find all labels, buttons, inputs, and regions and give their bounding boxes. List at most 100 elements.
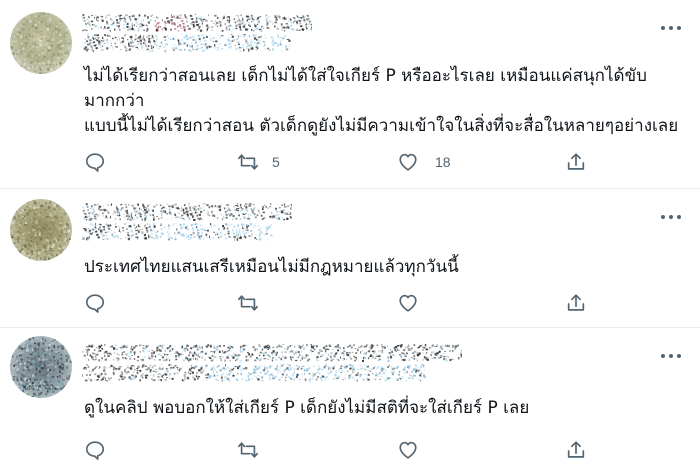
blur-speck: [227, 227, 229, 230]
blur-speck: [157, 368, 160, 369]
avatar[interactable]: [10, 336, 72, 398]
like-button[interactable]: 18: [397, 150, 451, 174]
avatar-speck: [48, 39, 51, 42]
blur-speck: [179, 230, 181, 232]
avatar-speck: [26, 247, 30, 251]
reply-button[interactable]: [84, 291, 118, 315]
share-button[interactable]: [565, 150, 587, 174]
avatar[interactable]: [10, 199, 72, 261]
blur-speck: [362, 366, 363, 368]
avatar-speck: [59, 207, 61, 211]
reply-button[interactable]: [84, 150, 118, 174]
blur-speck: [182, 215, 184, 217]
avatar-speck: [21, 69, 24, 71]
blur-speck: [281, 49, 283, 52]
blur-speck: [185, 211, 187, 213]
avatar[interactable]: [10, 12, 72, 74]
blur-speck: [343, 347, 345, 350]
blur-speck: [367, 373, 369, 375]
avatar-speck: [67, 375, 69, 377]
blur-speck: [270, 203, 272, 205]
blur-speck: [215, 206, 217, 208]
tweet-2[interactable]: ประเทศไทยแสนเสรีเหมือนไม่มีกฎหมายแล้วทุก…: [0, 189, 700, 327]
blur-speck: [110, 40, 112, 42]
avatar-speck: [26, 252, 29, 255]
blur-speck: [213, 369, 215, 371]
blur-speck: [322, 353, 324, 357]
avatar-speck: [41, 216, 45, 219]
blur-speck: [241, 22, 244, 25]
blur-speck: [180, 49, 183, 51]
tweet-1[interactable]: ไม่ได้เรียกว่าสอนเลย เด็กไม่ได้ใส่ใจเกีย…: [0, 0, 700, 188]
avatar-speck: [55, 14, 59, 17]
avatar-speck: [64, 346, 67, 349]
blur-speck: [116, 357, 117, 360]
blur-speck: [182, 17, 184, 19]
blur-speck: [251, 209, 254, 212]
blur-speck: [157, 22, 160, 25]
blur-speck: [264, 204, 266, 207]
avatar-speck: [67, 219, 69, 222]
blur-speck: [273, 21, 276, 24]
avatar-speck: [23, 53, 27, 56]
blur-speck: [211, 205, 214, 208]
blur-speck: [383, 377, 385, 379]
blur-speck: [233, 209, 236, 211]
blur-speck: [247, 376, 249, 379]
blur-speck: [149, 49, 151, 52]
blur-speck: [277, 44, 279, 47]
avatar-speck: [49, 369, 51, 372]
avatar-speck: [25, 35, 28, 39]
tweet-3[interactable]: ดูในคลิป พอบอกให้ใส่เกียร์ P เด็กยังไม่ม…: [0, 328, 700, 472]
blur-speck: [347, 352, 349, 354]
share-button[interactable]: [565, 291, 587, 315]
blur-speck: [115, 368, 118, 370]
blur-speck: [222, 225, 224, 228]
avatar-speck: [58, 375, 61, 377]
blur-speck: [352, 371, 354, 374]
blur-speck: [266, 17, 268, 20]
blur-speck: [103, 368, 105, 371]
avatar-speck: [66, 246, 69, 249]
blur-speck: [83, 210, 84, 212]
blur-speck: [205, 19, 208, 22]
avatar-speck: [22, 49, 24, 52]
blur-speck: [188, 368, 192, 371]
blur-speck: [110, 224, 112, 227]
retweet-button[interactable]: [236, 291, 272, 315]
blur-speck: [161, 374, 164, 377]
blur-speck: [369, 345, 371, 347]
blur-speck: [224, 379, 226, 381]
blur-speck: [192, 35, 195, 38]
avatar-speck: [68, 220, 72, 224]
blur-speck: [155, 237, 157, 240]
avatar-speck: [55, 33, 58, 36]
blur-speck: [256, 357, 258, 359]
avatar-speck: [67, 385, 70, 387]
avatar-speck: [69, 212, 71, 215]
blur-speck: [177, 25, 179, 28]
blur-speck: [166, 347, 169, 350]
blur-speck: [180, 210, 183, 212]
like-button[interactable]: [397, 291, 431, 315]
avatar-speck: [32, 199, 35, 201]
avatar-speck: [32, 256, 34, 259]
blur-speck: [85, 218, 88, 221]
more-options-icon[interactable]: [660, 209, 682, 223]
blur-speck: [376, 367, 378, 370]
blur-speck: [335, 352, 338, 355]
avatar-speck: [52, 235, 54, 238]
more-options-icon[interactable]: [660, 20, 682, 34]
blur-speck: [250, 39, 252, 41]
blur-speck: [146, 231, 149, 233]
blur-speck: [176, 368, 178, 370]
blur-speck: [142, 376, 144, 379]
blur-speck: [281, 24, 283, 27]
avatar-speck: [46, 42, 49, 44]
retweet-button[interactable]: 5: [236, 150, 280, 174]
blur-speck: [372, 355, 374, 358]
blur-speck: [136, 217, 138, 219]
blur-speck: [199, 18, 201, 20]
blur-speck: [427, 349, 429, 351]
avatar-speck: [57, 44, 61, 46]
